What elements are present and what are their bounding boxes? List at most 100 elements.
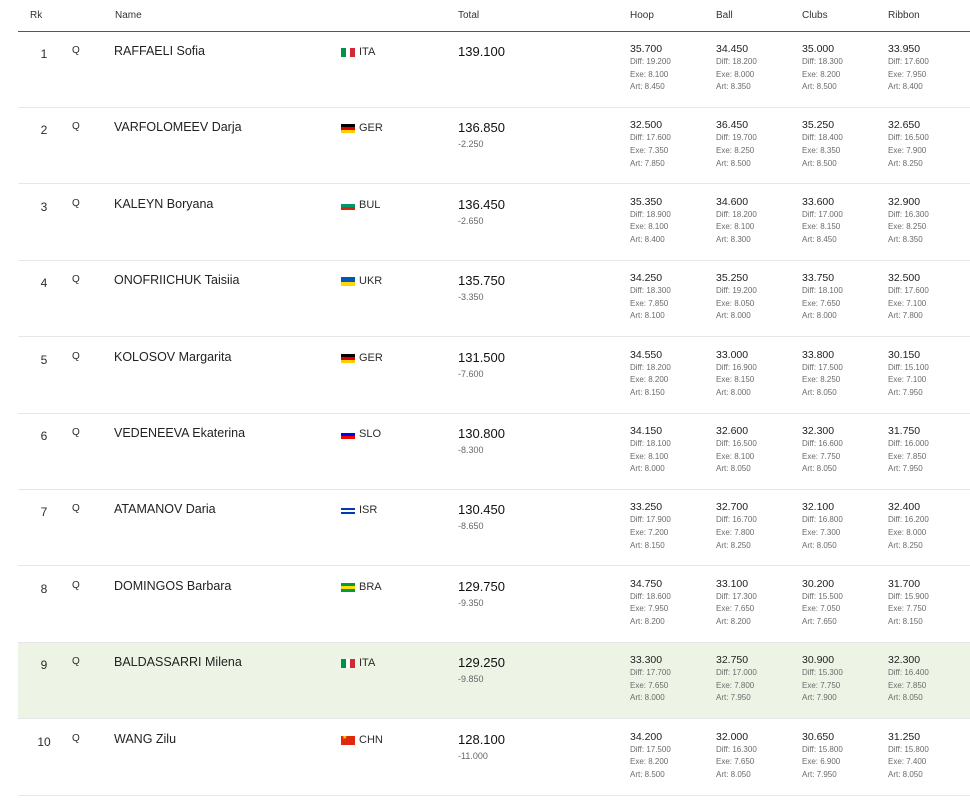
header-hoop[interactable]: Hoop bbox=[630, 10, 654, 21]
diff-value: 16.700 bbox=[732, 515, 757, 525]
hoop-exe: Exe: 8.100 bbox=[630, 221, 710, 234]
flag-icon bbox=[341, 200, 355, 210]
exe-value: 7.200 bbox=[648, 527, 669, 537]
clubs-diff: Diff: 16.600 bbox=[802, 438, 882, 451]
art-value: 8.250 bbox=[902, 540, 923, 550]
ball-art: Art: 8.050 bbox=[716, 463, 796, 476]
exe-label: Exe: bbox=[802, 604, 821, 614]
art-label: Art: bbox=[888, 234, 903, 244]
athlete-name[interactable]: KOLOSOV Margarita bbox=[114, 350, 231, 364]
header-clubs[interactable]: Clubs bbox=[802, 10, 828, 21]
diff-label: Diff: bbox=[802, 57, 819, 66]
clubs-score-cell: 32.100 Diff: 16.800 Exe: 7.300 Art: 8.050 bbox=[802, 501, 882, 552]
table-row[interactable]: 6 Q VEDENEEVA Ekaterina SLO 130.800 -8.300 34.… bbox=[18, 414, 970, 490]
exe-value: 8.200 bbox=[648, 757, 669, 767]
ball-diff: Diff: 19.700 bbox=[716, 132, 796, 145]
exe-label: Exe: bbox=[888, 604, 907, 614]
diff-value: 16.300 bbox=[732, 744, 757, 754]
diff-label: Diff: bbox=[802, 515, 819, 525]
ball-score-cell: 32.750 Diff: 17.000 Exe: 7.800 Art: 7.950 bbox=[716, 654, 796, 705]
diff-value: 16.500 bbox=[732, 439, 757, 448]
ribbon-score-cell: 32.500 Diff: 17.600 Exe: 7.100 Art: 7.800 bbox=[888, 272, 968, 323]
diff-value: 16.300 bbox=[904, 209, 929, 219]
table-row[interactable]: 9 Q BALDASSARRI Milena ITA 129.250 -9.850 33.3… bbox=[18, 643, 970, 720]
exe-value: 8.350 bbox=[820, 145, 841, 155]
clubs-score: 30.200 bbox=[802, 577, 835, 590]
art-label: Art: bbox=[630, 311, 645, 321]
gap-to-leader: -9.850 bbox=[458, 674, 484, 685]
ball-score-cell: 34.600 Diff: 18.200 Exe: 8.100 Art: 8.300 bbox=[716, 196, 796, 247]
athlete-name[interactable]: DOMINGOS Barbara bbox=[114, 579, 231, 593]
athlete-name[interactable]: ONOFRIICHUK Taisiia bbox=[114, 273, 239, 287]
qualified-badge: Q bbox=[72, 45, 80, 56]
exe-value: 7.650 bbox=[648, 680, 669, 690]
header-ribbon[interactable]: Ribbon bbox=[888, 10, 920, 21]
diff-value: 15.800 bbox=[904, 744, 929, 754]
athlete-name[interactable]: WANG Zilu bbox=[114, 732, 176, 746]
exe-value: 8.150 bbox=[734, 375, 755, 385]
exe-label: Exe: bbox=[630, 298, 649, 308]
diff-value: 18.600 bbox=[646, 591, 671, 601]
gap-to-leader: -8.300 bbox=[458, 445, 484, 455]
exe-label: Exe: bbox=[716, 527, 735, 537]
hoop-art: Art: 8.100 bbox=[630, 310, 710, 323]
table-row[interactable]: 4 Q ONOFRIICHUK Taisiia UKR 135.750 -3.350 34.… bbox=[18, 261, 970, 338]
table-row[interactable]: 7 Q ATAMANOV Daria ISR 130.450 -8.650 33.250 Di… bbox=[18, 490, 970, 567]
athlete-name[interactable]: KALEYN Boryana bbox=[114, 197, 213, 211]
exe-label: Exe: bbox=[716, 222, 735, 232]
ribbon-art: Art: 7.950 bbox=[888, 463, 968, 476]
table-row[interactable]: 1 Q RAFFAELI Sofia ITA 139.100 35.700 Diff: 19… bbox=[18, 32, 970, 108]
diff-label: Diff: bbox=[630, 744, 647, 754]
header-rank[interactable]: Rk bbox=[30, 10, 42, 21]
athlete-name[interactable]: BALDASSARRI Milena bbox=[114, 655, 242, 669]
diff-label: Diff: bbox=[630, 286, 647, 296]
hoop-score-cell: 34.550 Diff: 18.200 Exe: 8.200 Art: 8.150 bbox=[630, 349, 710, 400]
athlete-name[interactable]: VARFOLOMEEV Darja bbox=[114, 120, 242, 134]
clubs-score-cell: 33.600 Diff: 17.000 Exe: 8.150 Art: 8.450 bbox=[802, 196, 882, 247]
exe-label: Exe: bbox=[716, 69, 735, 79]
art-value: 7.800 bbox=[902, 311, 923, 321]
art-value: 8.500 bbox=[816, 158, 837, 168]
clubs-exe: Exe: 7.300 bbox=[802, 527, 882, 540]
athlete-name[interactable]: VEDENEEVA Ekaterina bbox=[114, 426, 245, 440]
diff-label: Diff: bbox=[888, 286, 905, 296]
diff-value: 18.200 bbox=[646, 362, 671, 372]
diff-value: 17.700 bbox=[646, 668, 671, 678]
athlete-name[interactable]: ATAMANOV Daria bbox=[114, 502, 216, 516]
art-label: Art: bbox=[888, 387, 903, 397]
diff-label: Diff: bbox=[802, 439, 819, 448]
table-row[interactable]: 10 Q WANG Zilu ★ CHN 128.100 -11.000 34.200 Diff… bbox=[18, 720, 970, 796]
diff-value: 18.300 bbox=[818, 57, 843, 66]
hoop-diff: Diff: 18.300 bbox=[630, 285, 710, 298]
exe-value: 7.850 bbox=[648, 298, 669, 308]
ribbon-exe: Exe: 7.100 bbox=[888, 298, 968, 311]
exe-value: 7.050 bbox=[820, 604, 841, 614]
diff-label: Diff: bbox=[888, 668, 905, 678]
header-ball[interactable]: Ball bbox=[716, 10, 733, 21]
table-row[interactable]: 3 Q KALEYN Boryana BUL 136.450 -2.650 35.350 Di… bbox=[18, 185, 970, 261]
hoop-score-cell: 35.700 Diff: 19.200 Exe: 8.100 Art: 8.450 bbox=[630, 43, 710, 94]
table-row[interactable]: 5 Q KOLOSOV Margarita GER 131.500 -7.600 34.55… bbox=[18, 338, 970, 414]
rank: 8 bbox=[40, 581, 48, 596]
clubs-art: Art: 8.050 bbox=[802, 463, 882, 476]
header-name[interactable]: Name bbox=[115, 10, 142, 21]
table-row[interactable]: 8 Q DOMINGOS Barbara BRA 129.750 -9.350 34.750… bbox=[18, 567, 970, 643]
art-label: Art: bbox=[888, 311, 903, 321]
clubs-art: Art: 7.900 bbox=[802, 692, 882, 705]
ribbon-score: 32.300 bbox=[888, 654, 921, 667]
art-value: 8.000 bbox=[644, 464, 665, 474]
ribbon-art: Art: 8.050 bbox=[888, 769, 968, 782]
ribbon-diff: Diff: 16.000 bbox=[888, 438, 968, 451]
art-label: Art: bbox=[630, 387, 645, 397]
exe-label: Exe: bbox=[802, 145, 821, 155]
athlete-name[interactable]: RAFFAELI Sofia bbox=[114, 44, 205, 58]
total-score: 129.250 bbox=[458, 655, 505, 671]
diff-label: Diff: bbox=[888, 362, 905, 372]
clubs-diff: Diff: 17.000 bbox=[802, 209, 882, 222]
table-row[interactable]: 2 Q VARFOLOMEEV Darja GER 136.850 -2.250 32.50… bbox=[18, 108, 970, 185]
header-total[interactable]: Total bbox=[458, 10, 479, 21]
ball-exe: Exe: 8.100 bbox=[716, 451, 796, 464]
qualified-badge: Q bbox=[72, 427, 80, 438]
ball-art: Art: 8.350 bbox=[716, 81, 796, 94]
art-label: Art: bbox=[716, 82, 731, 92]
